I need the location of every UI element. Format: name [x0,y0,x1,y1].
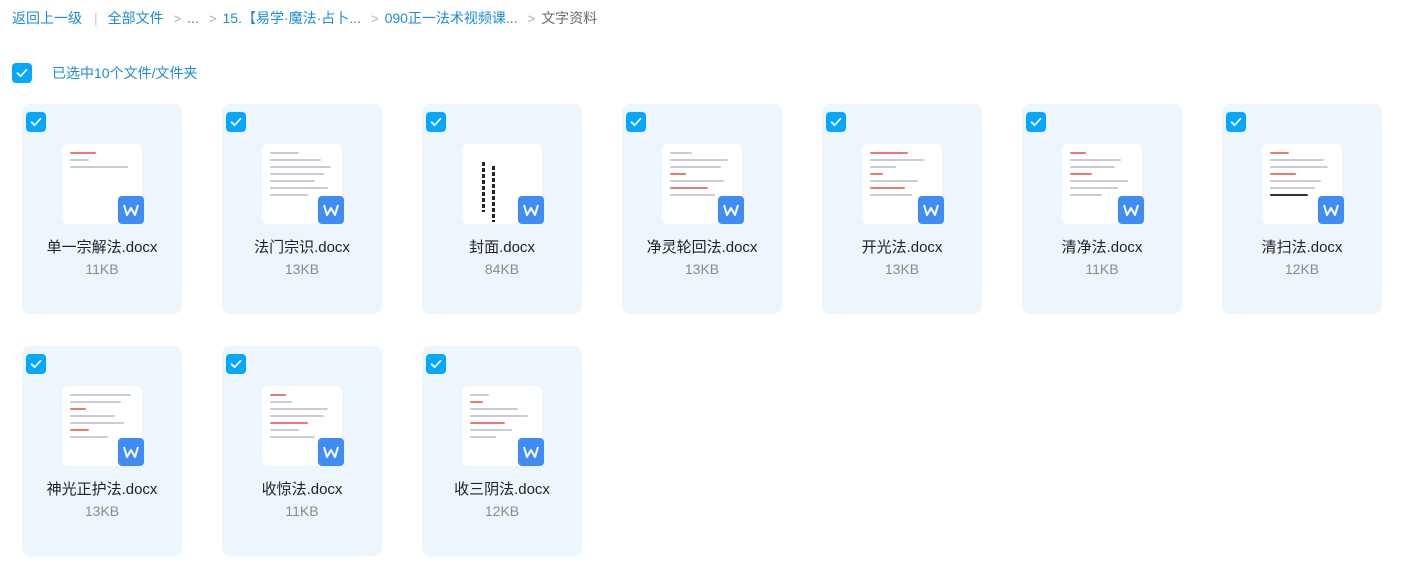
file-checkbox[interactable] [26,354,46,374]
file-checkbox[interactable] [426,112,446,132]
file-size: 13KB [684,261,720,277]
word-doc-icon [1118,196,1144,224]
breadcrumb: 返回上一级 | 全部文件 > ... > 15.【易学·魔法·占卜... > 0… [12,8,597,28]
file-name: 单一宗解法.docx [46,239,158,256]
file-checkbox[interactable] [226,112,246,132]
check-icon [430,117,442,127]
check-icon [30,117,42,127]
file-name: 封面.docx [469,239,535,256]
file-checkbox[interactable] [626,112,646,132]
word-doc-icon [318,438,344,466]
file-card[interactable]: 清净法.docx 11KB [1022,104,1182,314]
file-size: 12KB [1284,261,1320,277]
file-size: 13KB [884,261,920,277]
file-card[interactable]: 法门宗识.docx 13KB [222,104,382,314]
file-card[interactable]: 收三阴法.docx 12KB [422,346,582,556]
file-checkbox[interactable] [1226,112,1246,132]
file-checkbox[interactable] [26,112,46,132]
file-size: 13KB [284,261,320,277]
file-name: 收三阴法.docx [454,481,550,498]
file-size: 13KB [84,503,120,519]
check-icon [230,359,242,369]
breadcrumb-crumb-1[interactable]: 15.【易学·魔法·占卜... [223,8,361,28]
breadcrumb-ellipsis[interactable]: ... [187,10,199,26]
file-size: 11KB [285,503,319,519]
word-doc-icon [918,196,944,224]
file-card[interactable]: 封面.docx 84KB [422,104,582,314]
file-size: 11KB [85,261,119,277]
word-doc-icon [718,196,744,224]
check-icon [1230,117,1242,127]
file-card[interactable]: 开光法.docx 13KB [822,104,982,314]
file-size: 12KB [484,503,520,519]
file-card[interactable]: 单一宗解法.docx 11KB [22,104,182,314]
word-doc-icon [118,196,144,224]
chevron-right-icon: > [173,10,182,26]
file-name: 清净法.docx [1061,239,1143,256]
check-icon [1030,117,1042,127]
breadcrumb-current: 文字资料 [541,10,598,26]
word-doc-icon [318,196,344,224]
select-all-row: 已选中10个文件/文件夹 [12,62,197,84]
file-checkbox[interactable] [226,354,246,374]
check-icon [16,68,28,78]
word-doc-icon [518,196,544,224]
breadcrumb-all-files[interactable]: 全部文件 [108,8,164,28]
chevron-right-icon: > [370,10,379,26]
file-checkbox[interactable] [826,112,846,132]
word-doc-icon [518,438,544,466]
file-size: 84KB [484,261,520,277]
file-name: 净灵轮回法.docx [646,239,758,256]
word-doc-icon [1318,196,1344,224]
file-card[interactable]: 净灵轮回法.docx 13KB [622,104,782,314]
word-doc-icon [118,438,144,466]
file-checkbox[interactable] [1026,112,1046,132]
check-icon [30,359,42,369]
file-name: 法门宗识.docx [254,239,350,256]
file-card[interactable]: 神光正护法.docx 13KB [22,346,182,556]
back-link[interactable]: 返回上一级 [12,8,82,28]
chevron-right-icon: > [527,10,536,26]
breadcrumb-crumb-2[interactable]: 090正一法术视频课... [385,8,518,28]
selection-count-label: 已选中10个文件/文件夹 [52,65,198,81]
select-all-checkbox[interactable] [12,63,32,83]
file-size: 11KB [1085,261,1119,277]
check-icon [230,117,242,127]
check-icon [430,359,442,369]
check-icon [830,117,842,127]
file-name: 开光法.docx [861,239,943,256]
file-name: 收惊法.docx [261,481,343,498]
chevron-right-icon: > [208,10,217,26]
file-card[interactable]: 收惊法.docx 11KB [222,346,382,556]
file-name: 神光正护法.docx [46,481,158,498]
file-name: 清扫法.docx [1261,239,1343,256]
breadcrumb-divider: | [94,10,98,26]
file-card[interactable]: 清扫法.docx 12KB [1222,104,1382,314]
file-checkbox[interactable] [426,354,446,374]
check-icon [630,117,642,127]
